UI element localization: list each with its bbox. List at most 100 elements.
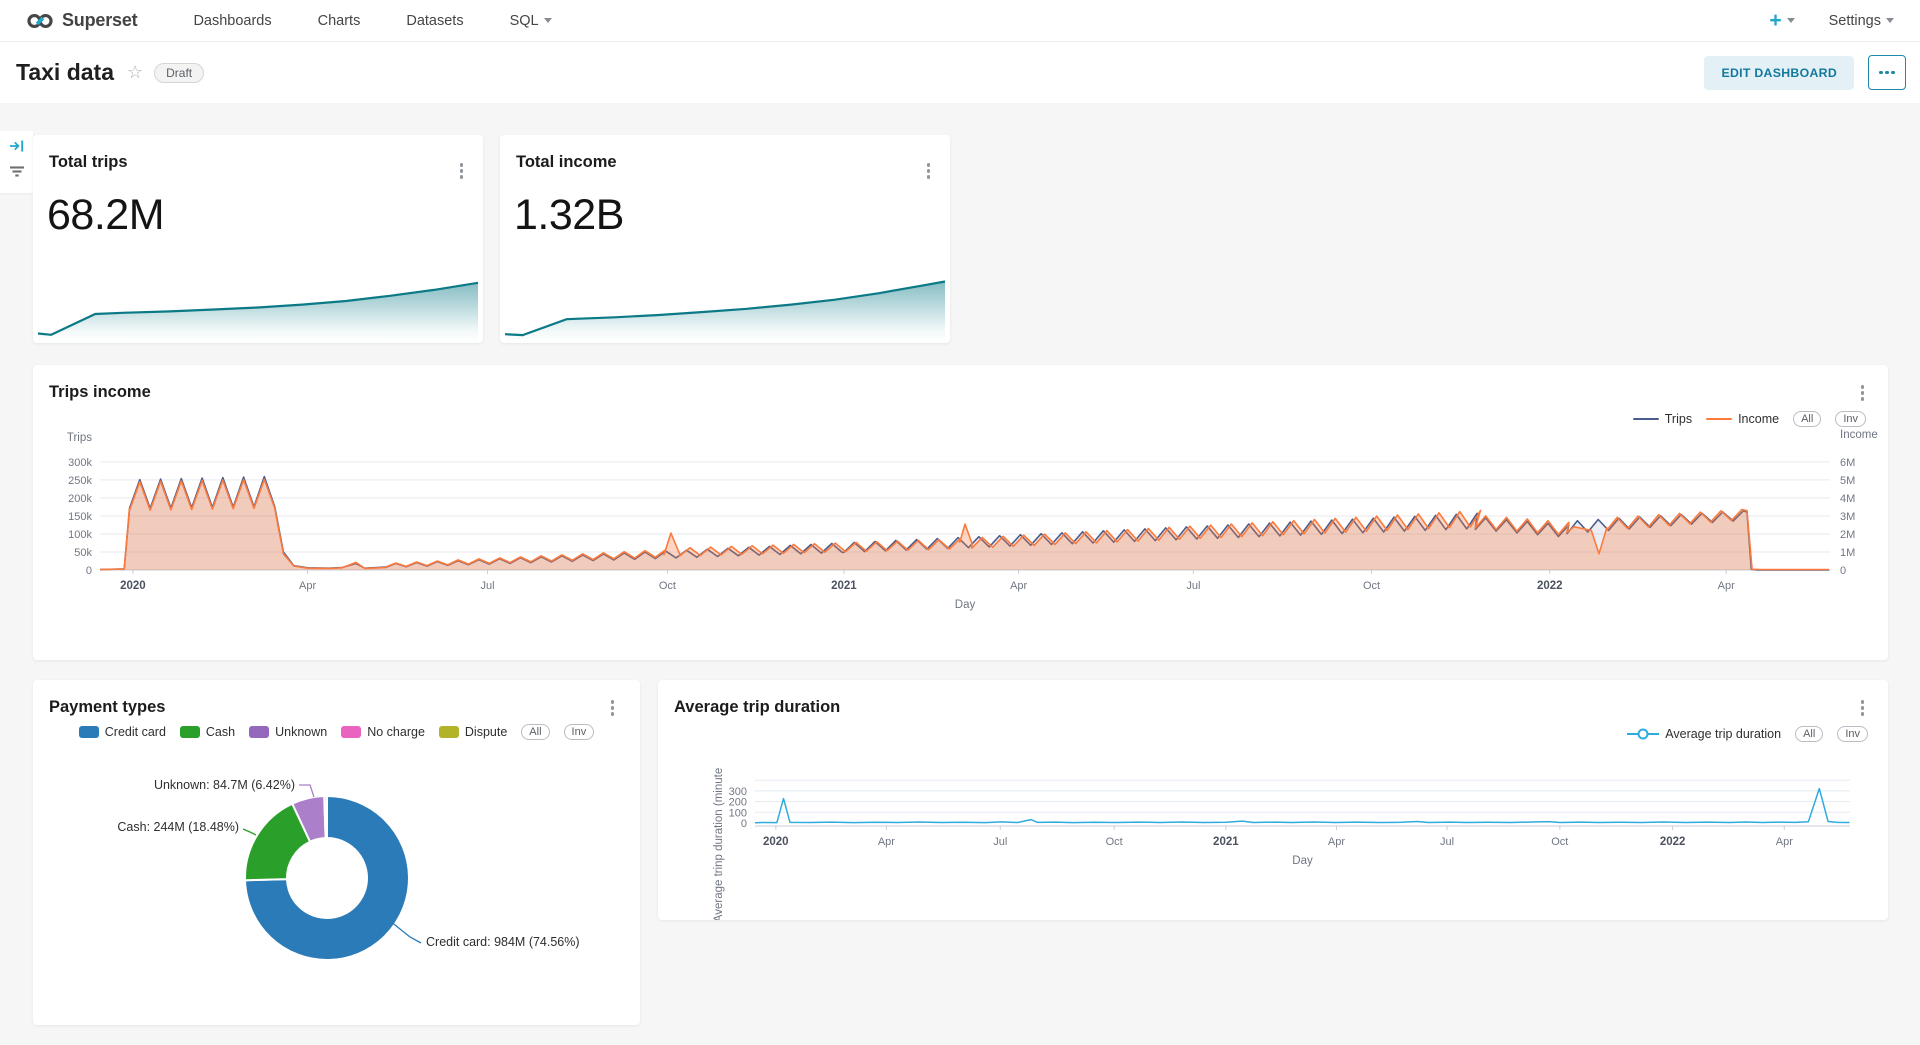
nav-item-sql-label: SQL [510, 13, 539, 29]
legend-label: Trips [1665, 412, 1692, 426]
top-nav: Superset Dashboards Charts Datasets SQL … [0, 0, 1920, 42]
svg-text:50k: 50k [74, 547, 92, 559]
legend-pill-inv[interactable]: Inv [1835, 411, 1866, 427]
nav-item-datasets[interactable]: Datasets [406, 13, 463, 29]
legend-label: Credit card [105, 725, 166, 739]
svg-text:2022: 2022 [1537, 580, 1563, 592]
svg-text:2M: 2M [1840, 529, 1855, 541]
svg-text:200k: 200k [68, 493, 92, 505]
svg-text:Cash: 244M (18.48%): Cash: 244M (18.48%) [117, 820, 239, 834]
superset-brand[interactable]: Superset [26, 7, 137, 35]
svg-text:1M: 1M [1840, 547, 1855, 559]
legend-item-credit-card[interactable]: Credit card [79, 725, 166, 739]
avg-trip-duration-chart[interactable]: 2020AprJulOct2021AprJulOct2022Apr3002001… [658, 680, 1888, 920]
svg-text:3M: 3M [1840, 511, 1855, 523]
trips-marker-icon [1633, 418, 1659, 421]
big-number-value: 68.2M [47, 191, 164, 240]
chart-more-icon[interactable] [456, 159, 468, 183]
svg-text:Income: Income [1840, 429, 1878, 441]
settings-label: Settings [1829, 13, 1881, 29]
card-payment-types: Payment types Credit cardCashUnknownNo c… [33, 680, 640, 1025]
chart-title: Total trips [49, 153, 128, 172]
favorite-star-icon[interactable]: ☆ [127, 62, 143, 83]
chart-legend: Average trip duration All Inv [1627, 726, 1868, 742]
chart-title: Total income [516, 153, 617, 172]
superset-logo-icon [26, 7, 54, 35]
settings-menu[interactable]: Settings [1829, 13, 1894, 29]
svg-text:Oct: Oct [1363, 580, 1380, 592]
legend-pill-inv[interactable]: Inv [564, 724, 595, 740]
svg-text:6M: 6M [1840, 457, 1855, 469]
svg-text:Jul: Jul [993, 836, 1007, 848]
svg-text:Credit card: 984M (74.56%): Credit card: 984M (74.56%) [426, 935, 580, 949]
svg-text:Apr: Apr [878, 836, 895, 848]
legend-item-average-trip-duration[interactable]: Average trip duration [1627, 727, 1781, 741]
trips-income-chart[interactable]: 2020AprJulOct2021AprJulOct2022Apr300k250… [33, 365, 1888, 660]
total-income-sparkline [505, 270, 945, 343]
svg-text:100k: 100k [68, 529, 92, 541]
svg-text:250k: 250k [68, 475, 92, 487]
svg-text:Day: Day [955, 599, 976, 611]
new-item-button[interactable]: + [1769, 10, 1794, 31]
svg-text:Oct: Oct [1551, 836, 1568, 848]
legend-item-unknown[interactable]: Unknown [249, 725, 327, 739]
nav-item-charts[interactable]: Charts [318, 13, 361, 29]
legend-pill-inv[interactable]: Inv [1837, 726, 1868, 742]
superset-dashboard: Superset Dashboards Charts Datasets SQL … [0, 0, 1920, 1045]
legend-item-dispute[interactable]: Dispute [439, 725, 507, 739]
legend-label: Unknown [275, 725, 327, 739]
svg-text:Jul: Jul [480, 580, 494, 592]
svg-text:300k: 300k [68, 457, 92, 469]
chart-legend: Credit card Cash Unknown No charge Dispute Al… [33, 724, 640, 740]
legend-item-no-charge[interactable]: No charge [341, 725, 425, 739]
total-trips-sparkline [38, 270, 478, 343]
legend-pill-all[interactable]: All [1795, 726, 1823, 742]
svg-text:2021: 2021 [831, 580, 857, 592]
caret-down-icon [1787, 18, 1795, 23]
no-charge-marker-icon [341, 726, 361, 738]
big-number-value: 1.32B [514, 191, 624, 240]
svg-text:5M: 5M [1840, 475, 1855, 487]
filter-icon[interactable] [9, 165, 25, 179]
svg-text:Apr: Apr [1776, 836, 1793, 848]
legend-item-cash[interactable]: Cash [180, 725, 235, 739]
svg-text:Oct: Oct [1106, 836, 1123, 848]
svg-text:0: 0 [741, 818, 747, 830]
nav-right: + Settings [1769, 10, 1894, 31]
svg-text:Apr: Apr [1328, 836, 1345, 848]
page-title: Taxi data [16, 59, 114, 86]
card-total-income: Total income 1.32B [500, 135, 950, 343]
svg-text:0: 0 [86, 565, 92, 577]
svg-text:150k: 150k [68, 511, 92, 523]
chart-more-icon[interactable] [923, 159, 935, 183]
chart-legend: Trips Income All Inv [1633, 411, 1866, 427]
status-badge: Draft [154, 63, 204, 83]
legend-pill-all[interactable]: All [1793, 411, 1821, 427]
nav-item-sql[interactable]: SQL [510, 13, 552, 29]
expand-filters-icon[interactable] [9, 139, 25, 153]
brand-name: Superset [62, 10, 137, 31]
dashboard-header: Taxi data ☆ Draft EDIT DASHBOARD [0, 42, 1920, 103]
average-trip-duration-marker-icon [1627, 728, 1659, 740]
card-avg-trip-duration: Average trip duration Average trip durat… [658, 680, 1888, 920]
svg-text:2020: 2020 [120, 580, 146, 592]
card-trips-income: Trips income TripsIncomeAllInv 2020AprJu… [33, 365, 1888, 660]
dashboard-more-button[interactable] [1868, 55, 1906, 90]
legend-label: No charge [367, 725, 425, 739]
svg-text:Jul: Jul [1186, 580, 1200, 592]
svg-text:Jul: Jul [1440, 836, 1454, 848]
legend-pill-all[interactable]: All [521, 724, 549, 740]
legend-item-income[interactable]: Income [1706, 412, 1779, 426]
svg-text:2020: 2020 [763, 836, 789, 848]
caret-down-icon [544, 18, 552, 23]
legend-label: Average trip duration [1665, 727, 1781, 741]
svg-text:Apr: Apr [1010, 580, 1027, 592]
svg-text:Apr: Apr [299, 580, 316, 592]
income-marker-icon [1706, 418, 1732, 421]
card-total-trips: Total trips 68.2M [33, 135, 483, 343]
legend-item-trips[interactable]: Trips [1633, 412, 1692, 426]
cash-marker-icon [180, 726, 200, 738]
nav-item-dashboards[interactable]: Dashboards [193, 13, 271, 29]
svg-text:Unknown: 84.7M (6.42%): Unknown: 84.7M (6.42%) [154, 778, 295, 792]
edit-dashboard-button[interactable]: EDIT DASHBOARD [1704, 56, 1854, 90]
